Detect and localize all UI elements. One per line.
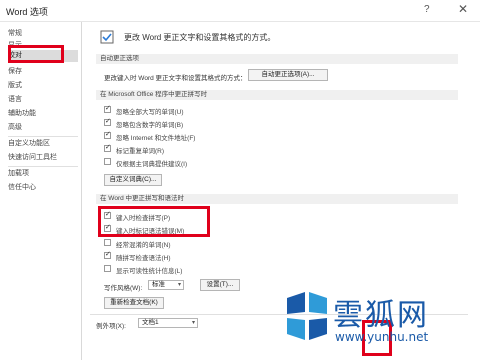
proofing-icon [100, 30, 114, 44]
label-ignore-numbers: 忽略包含数字的单词(B) [116, 122, 184, 129]
checkbox-flag-repeated[interactable] [104, 143, 111, 152]
custom-dictionaries-button[interactable]: 自定义词典(C)... [104, 174, 162, 186]
title-bar: Word 选项 ? ✕ [0, 0, 480, 22]
label-check-grammar: 随拼写检查语法(H) [116, 255, 171, 262]
checkbox-readability[interactable] [104, 265, 111, 272]
watermark-url: www.yunhu.net [335, 330, 429, 344]
autocorrect-options-button[interactable]: 自动更正选项(A)... [248, 69, 328, 81]
window-title: Word 选项 [6, 7, 48, 17]
checkbox-ignore-numbers[interactable] [104, 117, 111, 126]
chevron-down-icon: ▾ [177, 282, 181, 288]
label-readability: 显示可读性统计信息(L) [116, 268, 183, 275]
sidebar-item-advanced[interactable]: 高级 [8, 122, 78, 134]
sidebar-item-customize-ribbon[interactable]: 自定义功能区 [8, 138, 78, 150]
settings-button[interactable]: 设置(T)... [200, 279, 240, 291]
writing-style-label: 写作风格(W): [104, 285, 143, 292]
label-flag-repeated: 标记重复单词(R) [116, 148, 165, 155]
exceptions-label: 例外项(X): [96, 323, 126, 330]
checkbox-main-dictionary-only[interactable] [104, 158, 111, 165]
close-button[interactable]: ✕ [458, 2, 468, 16]
checkbox-ignore-uppercase[interactable] [104, 104, 111, 113]
checkbox-confused-words[interactable] [104, 239, 111, 246]
exceptions-value: 文档1 [142, 319, 159, 326]
recheck-document-button[interactable]: 重新检查文档(K) [104, 297, 164, 309]
highlight-box-proofing [8, 45, 64, 63]
sidebar: 常规 显示 校对 保存 版式 语言 辅助功能 高级 自定义功能区 快速访问工具栏… [0, 22, 82, 360]
sidebar-divider [8, 166, 78, 167]
writing-style-value: 标准 [152, 281, 165, 288]
sidebar-item-trust-center[interactable]: 信任中心 [8, 182, 78, 194]
sidebar-divider [8, 136, 78, 137]
highlight-box-spelling-grammar [98, 206, 210, 237]
label-main-dictionary-only: 仅根据主词典提供建议(I) [116, 161, 188, 168]
help-button[interactable]: ? [424, 4, 430, 15]
exceptions-dropdown[interactable]: 文档1 ▾ [138, 318, 198, 328]
label-confused-words: 经常混淆的单词(N) [116, 242, 171, 249]
sidebar-item-general[interactable]: 常规 [8, 28, 78, 40]
sidebar-item-layout[interactable]: 版式 [8, 80, 78, 92]
sidebar-item-language[interactable]: 语言 [8, 94, 78, 106]
writing-style-dropdown[interactable]: 标准 ▾ [148, 280, 184, 290]
sidebar-item-accessibility[interactable]: 辅助功能 [8, 108, 78, 120]
watermark: 雲狐网 www.yunhu.net [285, 290, 465, 350]
sidebar-item-add-ins[interactable]: 加载项 [8, 168, 78, 180]
section-word-spelling: 在 Word 中更正拼写和语法时 [96, 194, 458, 204]
checkbox-check-grammar[interactable] [104, 250, 111, 259]
sidebar-item-quick-access-toolbar[interactable]: 快速访问工具栏 [8, 152, 78, 164]
watermark-logo-icon [287, 292, 327, 340]
watermark-text: 雲狐网 [333, 298, 429, 333]
page-header: 更改 Word 更正文字和设置其格式的方式。 [124, 33, 276, 42]
sidebar-item-save[interactable]: 保存 [8, 66, 78, 78]
checkbox-ignore-internet[interactable] [104, 130, 111, 139]
label-ignore-uppercase: 忽略全部大写的单词(U) [116, 109, 184, 116]
section-office-spelling: 在 Microsoft Office 程序中更正拼写时 [96, 90, 458, 100]
autocorrect-description: 更改键入时 Word 更正文字和设置其格式的方式： [104, 75, 247, 82]
chevron-down-icon: ▾ [191, 320, 195, 326]
label-ignore-internet: 忽略 Internet 和文件地址(F) [116, 135, 196, 142]
section-autocorrect: 自动更正选项 [96, 54, 458, 64]
